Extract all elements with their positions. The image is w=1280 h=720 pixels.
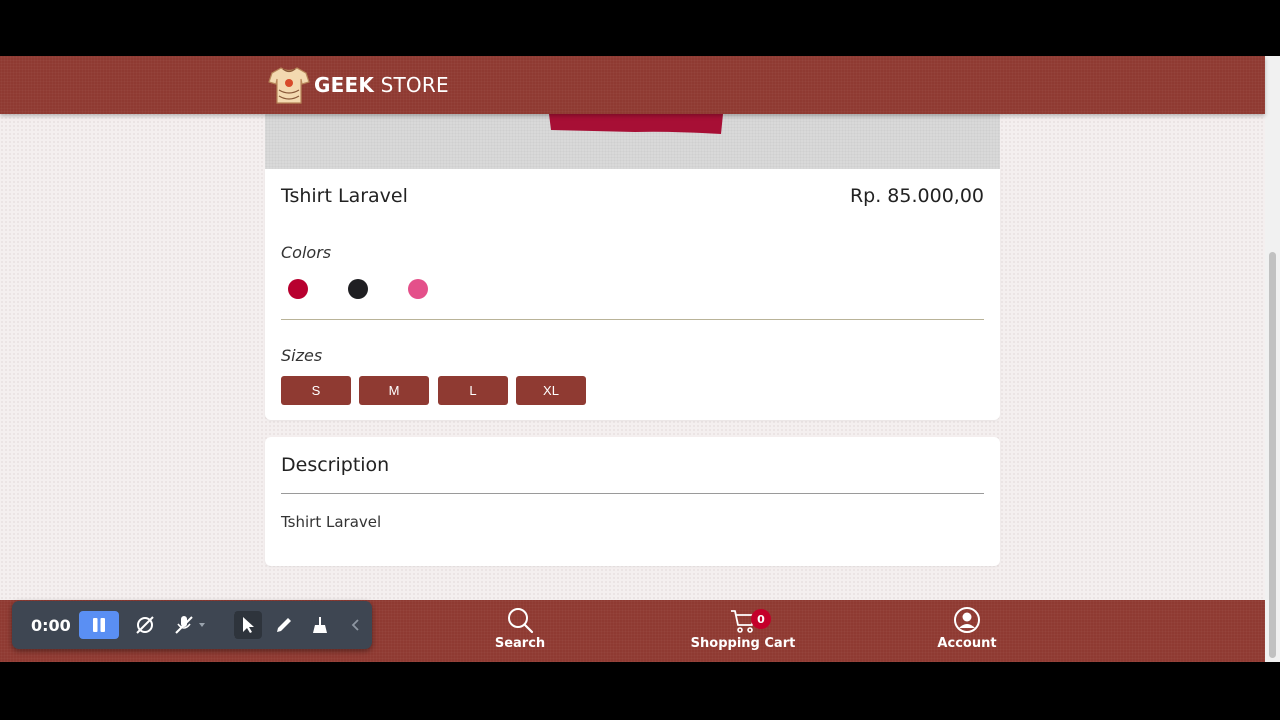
nav-shopping-cart[interactable]: 0 Shopping Cart (678, 606, 808, 656)
tshirt-logo-icon (268, 67, 310, 104)
broom-icon (313, 617, 327, 633)
page-viewport: GEEK STORE Tshirt Laravel Rp. 85.000,00 … (0, 56, 1280, 662)
pause-icon (93, 618, 105, 632)
nav-search-label: Search (494, 636, 546, 651)
product-shirt-image (549, 114, 723, 134)
mic-off-icon (175, 616, 205, 634)
cart-count-badge: 0 (751, 609, 771, 629)
size-button-m[interactable]: M (359, 376, 429, 405)
mic-off-button[interactable] (170, 611, 210, 639)
search-icon (508, 608, 534, 634)
chevron-left-icon (351, 619, 359, 631)
eraser-tool-button[interactable] (306, 611, 334, 639)
color-option-pink[interactable] (408, 279, 428, 299)
scrollbar-thumb[interactable] (1269, 252, 1276, 658)
brand-name: GEEK STORE (314, 73, 449, 97)
nav-search[interactable]: Search (455, 606, 585, 656)
description-text: Tshirt Laravel (281, 513, 382, 531)
pointer-tool-button[interactable] (234, 611, 262, 639)
colors-label: Colors (281, 243, 332, 262)
sizes-label: Sizes (281, 346, 323, 365)
product-name: Tshirt Laravel (281, 185, 408, 207)
collapse-toolbar-button[interactable] (342, 611, 370, 639)
size-button-s[interactable]: S (281, 376, 351, 405)
camera-off-icon (136, 616, 154, 634)
cursor-icon (243, 617, 254, 633)
top-navbar: GEEK STORE (0, 56, 1265, 114)
nav-account[interactable]: Account (902, 606, 1032, 656)
divider (281, 319, 984, 320)
brand-link[interactable]: GEEK STORE (268, 65, 449, 105)
size-button-xl[interactable]: XL (516, 376, 586, 405)
nav-account-label: Account (937, 636, 997, 651)
nav-cart-label: Shopping Cart (690, 636, 796, 651)
size-button-l[interactable]: L (438, 376, 508, 405)
screen-recorder-toolbar: 0:00 (12, 601, 372, 649)
recording-timer: 0:00 (31, 615, 71, 635)
product-price: Rp. 85.000,00 (849, 185, 984, 207)
pause-button[interactable] (79, 611, 119, 639)
pen-icon (277, 618, 291, 632)
account-icon (954, 607, 980, 633)
camera-off-button[interactable] (131, 611, 159, 639)
pen-tool-button[interactable] (270, 611, 298, 639)
scrollbar[interactable] (1265, 56, 1280, 662)
color-option-black[interactable] (348, 279, 368, 299)
description-card: Description Tshirt Laravel (265, 437, 1000, 566)
product-info-card: Tshirt Laravel Rp. 85.000,00 Colors Size… (265, 169, 1000, 420)
description-title: Description (281, 454, 390, 476)
description-divider (281, 493, 984, 494)
color-option-red[interactable] (288, 279, 308, 299)
product-image (265, 114, 1000, 169)
